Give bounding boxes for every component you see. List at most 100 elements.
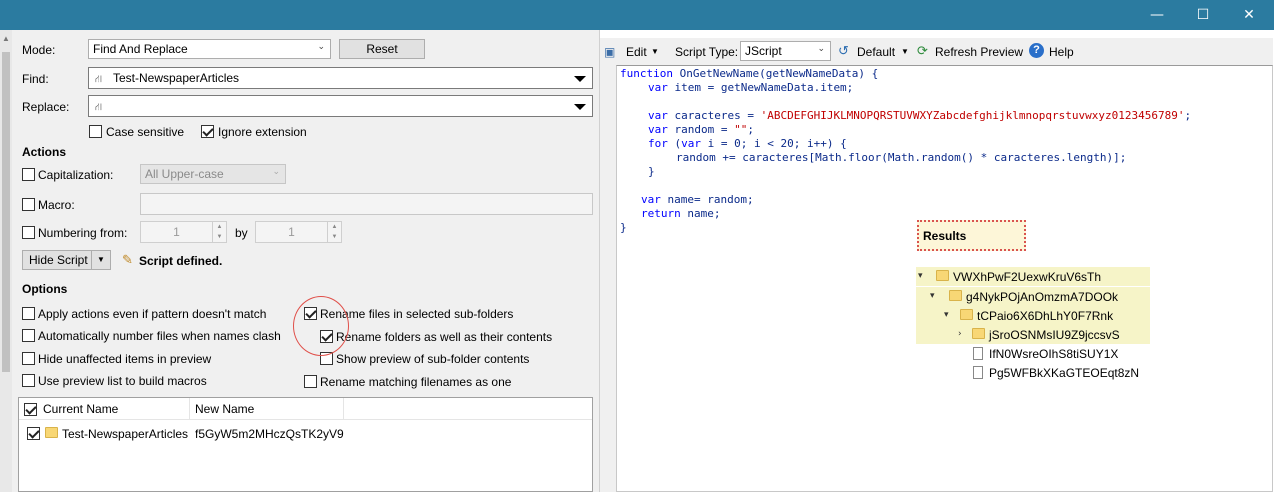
refresh-preview-button[interactable]: Refresh Preview bbox=[935, 45, 1023, 59]
code-line: random += caracteres[Math.floor(Math.ran… bbox=[676, 151, 1127, 164]
replace-input[interactable]: ⛙ bbox=[88, 95, 593, 117]
row-current-name: Test-NewspaperArticles bbox=[62, 427, 189, 441]
ignore-extension-label: Ignore extension bbox=[218, 125, 307, 139]
help-button[interactable]: Help bbox=[1049, 45, 1074, 59]
script-type-label: Script Type: bbox=[675, 45, 739, 59]
options-heading: Options bbox=[22, 282, 68, 296]
tree-item[interactable]: › jSroOSNMsIU9Z9jccsvS bbox=[916, 325, 1150, 344]
case-sensitive-label: Case sensitive bbox=[106, 125, 185, 139]
chevron-down-icon: ⌄ bbox=[317, 42, 325, 52]
row-new-name: f5GyW5m2MHczQsTK2yV9 bbox=[195, 427, 344, 441]
file-list[interactable]: Current Name New Name Test-NewspaperArti… bbox=[18, 397, 593, 492]
chevron-down-icon[interactable]: ▼ bbox=[651, 47, 659, 56]
find-input[interactable]: ⛙ Test-NewspaperArticles bbox=[88, 67, 593, 89]
file-list-header: Current Name New Name bbox=[19, 398, 592, 420]
title-bar: — ☐ ✕ bbox=[0, 0, 1274, 30]
results-tree[interactable]: ▾ VWXhPwF2UexwKruV6sTh ▾ g4NykPOjAnOmzmA… bbox=[916, 263, 1150, 390]
chevron-down-icon[interactable]: ▾ bbox=[918, 271, 923, 281]
numbering-from-value: 1 bbox=[173, 225, 180, 239]
code-token: caracteres = bbox=[667, 109, 761, 122]
code-token: "" bbox=[734, 123, 748, 136]
code-line: var caracteres = 'ABCDEFGHIJKLMNOPQRSTUV… bbox=[648, 109, 1191, 123]
default-button[interactable]: Default bbox=[857, 45, 895, 59]
scrollbar-thumb[interactable] bbox=[2, 52, 10, 372]
hide-script-label: Hide Script bbox=[29, 253, 88, 267]
tree-item-label: VWXhPwF2UexwKruV6sTh bbox=[953, 270, 1102, 284]
minimize-icon[interactable]: — bbox=[1134, 0, 1180, 30]
use-preview-list-label: Use preview list to build macros bbox=[38, 374, 207, 388]
code-line: var random = ""; bbox=[648, 123, 754, 137]
code-line: function OnGetNewName(getNewNameData) { bbox=[620, 67, 878, 81]
maximize-icon[interactable]: ☐ bbox=[1180, 0, 1226, 30]
numbering-checkbox[interactable] bbox=[22, 226, 35, 239]
use-preview-list-checkbox[interactable] bbox=[22, 374, 35, 387]
column-current-name[interactable]: Current Name bbox=[19, 398, 190, 420]
by-label: by bbox=[235, 226, 248, 240]
help-icon: ? bbox=[1029, 43, 1044, 58]
column-new-name[interactable]: New Name bbox=[190, 398, 344, 420]
code-token: item = getNewNameData.item; bbox=[667, 81, 854, 94]
auto-number-checkbox[interactable] bbox=[22, 329, 35, 342]
hide-unaffected-label: Hide unaffected items in preview bbox=[38, 352, 212, 366]
scroll-up-icon[interactable]: ▲ bbox=[1, 34, 11, 44]
close-icon[interactable]: ✕ bbox=[1226, 0, 1272, 30]
edit-menu[interactable]: Edit bbox=[626, 45, 647, 59]
tree-item[interactable]: ▾ g4NykPOjAnOmzmA7DOOk bbox=[916, 287, 1150, 306]
regex-icon: ⛙ bbox=[95, 102, 103, 113]
numbering-from-stepper[interactable]: 1 ▲ ▼ bbox=[140, 221, 227, 243]
mode-select-value: Find And Replace bbox=[93, 42, 188, 56]
code-token: for bbox=[648, 137, 668, 150]
macro-checkbox[interactable] bbox=[22, 198, 35, 211]
rename-subfolders-label: Rename files in selected sub-folders bbox=[320, 307, 514, 321]
dropdown-arrow-icon[interactable] bbox=[574, 104, 586, 110]
tree-item-label: tCPaio6X6DhLhY0F7Rnk bbox=[977, 309, 1114, 323]
tree-item-label: jSroOSNMsIU9Z9jccsvS bbox=[989, 328, 1120, 342]
actions-heading: Actions bbox=[22, 145, 67, 159]
rename-matching-checkbox[interactable] bbox=[304, 375, 317, 388]
code-token: i = 0; i < 20; i++) { bbox=[701, 137, 847, 150]
dropdown-arrow-icon[interactable] bbox=[574, 76, 586, 82]
capitalization-label: Capitalization: bbox=[38, 168, 114, 182]
stepper-arrows-icon[interactable]: ▲ ▼ bbox=[327, 222, 341, 242]
chevron-down-icon[interactable]: ▾ bbox=[930, 291, 935, 301]
dropdown-arrow-icon[interactable]: ▼ bbox=[91, 251, 110, 269]
macro-input[interactable] bbox=[140, 193, 593, 215]
find-label: Find: bbox=[22, 72, 49, 86]
stepper-arrows-icon[interactable]: ▲ ▼ bbox=[212, 222, 226, 242]
chevron-down-icon[interactable]: ▾ bbox=[944, 310, 949, 320]
chevron-down-icon[interactable]: ▼ bbox=[901, 47, 909, 56]
chevron-right-icon[interactable]: › bbox=[958, 329, 962, 339]
code-token: var bbox=[641, 193, 661, 206]
script-type-value: JScript bbox=[745, 44, 782, 58]
numbering-by-value: 1 bbox=[288, 225, 295, 239]
tree-item[interactable]: ▾ VWXhPwF2UexwKruV6sTh bbox=[916, 267, 1150, 286]
capitalization-select[interactable]: All Upper-case ⌄ bbox=[140, 164, 286, 184]
undo-icon: ↺ bbox=[838, 43, 849, 58]
script-type-select[interactable]: JScript ⌄ bbox=[740, 41, 831, 61]
capitalization-checkbox[interactable] bbox=[22, 168, 35, 181]
script-defined-label: Script defined. bbox=[139, 254, 223, 268]
chevron-down-icon: ⌄ bbox=[817, 44, 825, 54]
code-token: ; bbox=[1184, 109, 1192, 122]
tree-item[interactable]: ▾ tCPaio6X6DhLhY0F7Rnk bbox=[916, 306, 1150, 325]
rename-folders-label: Rename folders as well as their contents bbox=[336, 330, 553, 344]
case-sensitive-checkbox[interactable] bbox=[89, 125, 102, 138]
ignore-extension-checkbox[interactable] bbox=[201, 125, 214, 138]
apply-actions-checkbox[interactable] bbox=[22, 307, 35, 320]
row-checkbox[interactable] bbox=[27, 427, 40, 440]
capitalization-value: All Upper-case bbox=[145, 167, 224, 181]
hide-unaffected-checkbox[interactable] bbox=[22, 352, 35, 365]
tree-item[interactable]: Pg5WFBkXKaGTEOEqt8zN bbox=[916, 363, 1150, 382]
code-token: random = bbox=[667, 123, 735, 136]
left-scrollbar[interactable]: ▲ bbox=[0, 30, 12, 492]
mode-select[interactable]: Find And Replace ⌄ bbox=[88, 39, 331, 59]
hide-script-button[interactable]: Hide Script ▼ bbox=[22, 250, 111, 270]
results-heading: Results bbox=[917, 220, 1026, 251]
tree-item[interactable]: IfN0WsreOIhS8tiSUY1X bbox=[916, 344, 1150, 363]
reset-button[interactable]: Reset bbox=[339, 39, 425, 59]
code-token: var bbox=[648, 109, 668, 122]
refresh-icon: ⟳ bbox=[917, 43, 928, 58]
folder-icon bbox=[972, 328, 985, 339]
show-subfolder-preview-label: Show preview of sub-folder contents bbox=[336, 352, 530, 366]
numbering-by-stepper[interactable]: 1 ▲ ▼ bbox=[255, 221, 342, 243]
